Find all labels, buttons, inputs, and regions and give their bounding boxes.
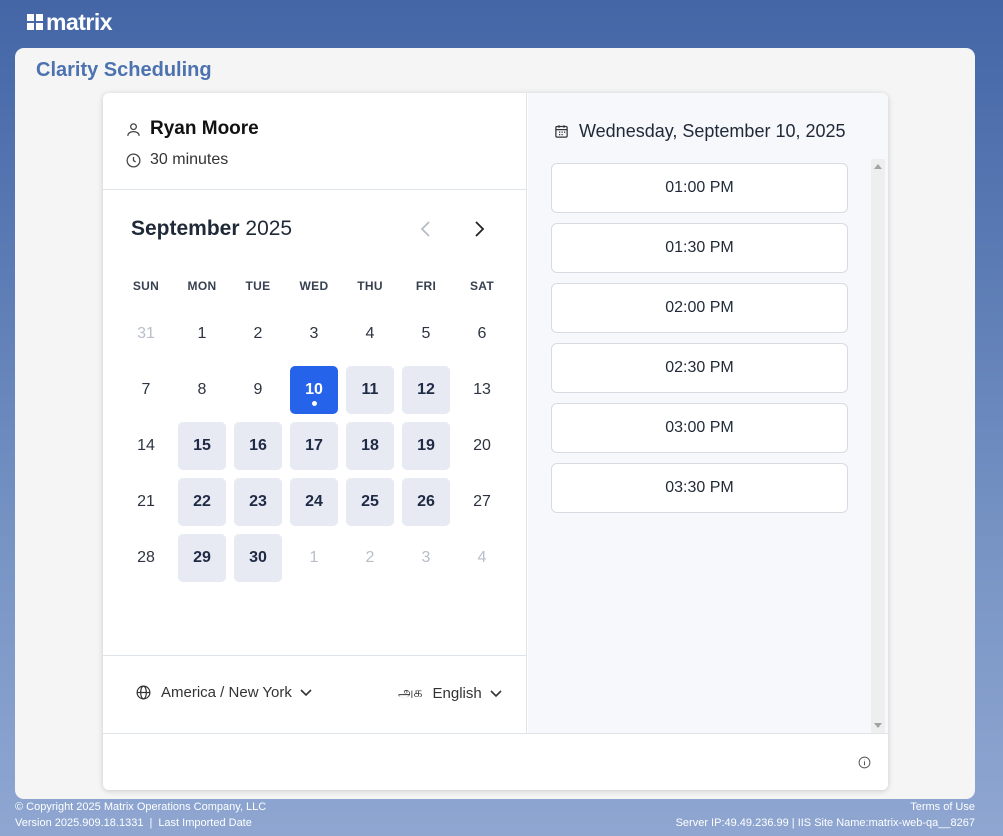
server-info: Server IP:49.49.236.99 | IIS Site Name:m… bbox=[675, 817, 975, 829]
month-name: September bbox=[131, 217, 240, 240]
language-value: English bbox=[432, 685, 482, 702]
clock-icon bbox=[126, 152, 141, 168]
language-select[interactable]: அக English bbox=[398, 684, 502, 703]
calendar-day: 21 bbox=[137, 493, 155, 510]
calendar-day: 28 bbox=[137, 549, 155, 566]
info-icon[interactable] bbox=[858, 756, 871, 769]
duration-text: 30 minutes bbox=[150, 151, 229, 168]
top-bar: matrix bbox=[0, 0, 1003, 44]
main-card: Clarity Scheduling Ryan Moore 30 minutes… bbox=[15, 48, 975, 799]
version-text: Version 2025.909.18.1331 bbox=[15, 817, 144, 829]
calendar-day[interactable]: 19 bbox=[402, 422, 450, 470]
calendar-day[interactable]: 25 bbox=[346, 478, 394, 526]
logo-text: matrix bbox=[46, 9, 113, 35]
time-slot-button[interactable]: 02:00 PM bbox=[551, 283, 848, 333]
calendar-day: 8 bbox=[197, 381, 207, 398]
next-month-button[interactable] bbox=[467, 217, 491, 241]
translate-icon: அக bbox=[398, 684, 423, 700]
time-slot-list: 01:00 PM 01:30 PM 02:00 PM 02:30 PM 03:00 PM… bbox=[551, 163, 848, 523]
weekday-label: TUE bbox=[245, 279, 271, 293]
calendar-day: 2 bbox=[365, 549, 375, 566]
weekday-label: SUN bbox=[132, 279, 160, 293]
calendar-day[interactable]: 22 bbox=[178, 478, 226, 526]
calendar-day: 31 bbox=[137, 325, 155, 342]
selected-date: Wednesday, September 10, 2025 bbox=[579, 121, 846, 141]
calendar-day[interactable]: 15 bbox=[178, 422, 226, 470]
calendar-day: 27 bbox=[473, 493, 491, 510]
calendar-day[interactable]: 11 bbox=[346, 366, 394, 414]
duration-row: 30 minutes bbox=[125, 151, 228, 169]
page-title: Clarity Scheduling bbox=[36, 59, 212, 81]
calendar-day[interactable]: 16 bbox=[234, 422, 282, 470]
weekday-label: THU bbox=[357, 279, 383, 293]
divider bbox=[103, 189, 527, 190]
calendar-day[interactable]: 12 bbox=[402, 366, 450, 414]
logo-grid-icon bbox=[27, 14, 43, 30]
slot-list-scrollbar[interactable] bbox=[871, 159, 885, 733]
widget-footer bbox=[103, 733, 888, 790]
scheduling-widget: Ryan Moore 30 minutes September 2025 SUN… bbox=[103, 93, 888, 790]
month-title: September 2025 bbox=[131, 217, 292, 241]
calendar-day: 1 bbox=[197, 325, 207, 342]
calendar-day: 14 bbox=[137, 437, 155, 454]
calendar-day: 4 bbox=[477, 549, 487, 566]
calendar-day: 3 bbox=[421, 549, 431, 566]
calendar-day[interactable]: 29 bbox=[178, 534, 226, 582]
calendar-day: 4 bbox=[365, 325, 375, 342]
calendar-day: 1 bbox=[309, 549, 319, 566]
globe-icon bbox=[136, 685, 151, 700]
version-row: Version 2025.909.18.1331 | Last Imported D… bbox=[15, 817, 252, 829]
chevron-left-icon bbox=[420, 221, 430, 237]
calendar-day: 6 bbox=[477, 325, 487, 342]
host-name: Ryan Moore bbox=[150, 118, 259, 139]
terms-of-use-link[interactable]: Terms of Use bbox=[910, 801, 975, 813]
weekday-label: WED bbox=[299, 279, 329, 293]
weekday-label: MON bbox=[187, 279, 217, 293]
timezone-select[interactable]: America / New York bbox=[135, 684, 312, 701]
calendar-day-selected[interactable]: 10 bbox=[290, 366, 338, 414]
calendar-day[interactable]: 24 bbox=[290, 478, 338, 526]
calendar-day: 3 bbox=[309, 325, 319, 342]
selected-date-header: Wednesday, September 10, 2025 bbox=[554, 121, 846, 142]
calendar-day: 13 bbox=[473, 381, 491, 398]
divider bbox=[103, 655, 527, 656]
calendar-icon bbox=[555, 125, 568, 138]
matrix-logo[interactable]: matrix bbox=[27, 9, 113, 35]
user-icon bbox=[127, 122, 140, 136]
chevron-down-icon bbox=[490, 689, 502, 697]
calendar-day[interactable]: 18 bbox=[346, 422, 394, 470]
calendar-day[interactable]: 23 bbox=[234, 478, 282, 526]
calendar-day: 9 bbox=[253, 381, 263, 398]
chevron-down-icon bbox=[300, 688, 312, 696]
calendar-day[interactable]: 26 bbox=[402, 478, 450, 526]
time-slots-pane: Wednesday, September 10, 2025 01:00 PM 01… bbox=[528, 93, 888, 733]
previous-month-button[interactable] bbox=[414, 217, 438, 241]
calendar-day[interactable]: 17 bbox=[290, 422, 338, 470]
time-slot-button[interactable]: 03:00 PM bbox=[551, 403, 848, 453]
calendar-day: 7 bbox=[141, 381, 151, 398]
calendar-day[interactable]: 30 bbox=[234, 534, 282, 582]
scroll-up-arrow-icon[interactable] bbox=[874, 164, 882, 169]
host-row: Ryan Moore bbox=[125, 118, 259, 140]
calendar-day: 5 bbox=[421, 325, 431, 342]
time-slot-button[interactable]: 01:30 PM bbox=[551, 223, 848, 273]
month-year: 2025 bbox=[245, 217, 293, 240]
weekday-label: SAT bbox=[469, 279, 494, 293]
calendar-day: 2 bbox=[253, 325, 263, 342]
time-slot-button[interactable]: 02:30 PM bbox=[551, 343, 848, 393]
scroll-down-arrow-icon[interactable] bbox=[874, 723, 882, 728]
chevron-right-icon bbox=[475, 221, 485, 237]
copyright-text: © Copyright 2025 Matrix Operations Compa… bbox=[15, 801, 267, 813]
weekday-label: FRI bbox=[415, 279, 437, 293]
separator: | bbox=[149, 817, 153, 829]
time-slot-button[interactable]: 03:30 PM bbox=[551, 463, 848, 513]
calendar-day: 20 bbox=[473, 437, 491, 454]
time-slot-button[interactable]: 01:00 PM bbox=[551, 163, 848, 213]
timezone-value: America / New York bbox=[161, 684, 292, 701]
calendar-pane: Ryan Moore 30 minutes September 2025 SUN… bbox=[103, 93, 527, 733]
last-imported-text: Last Imported Date bbox=[158, 817, 252, 829]
